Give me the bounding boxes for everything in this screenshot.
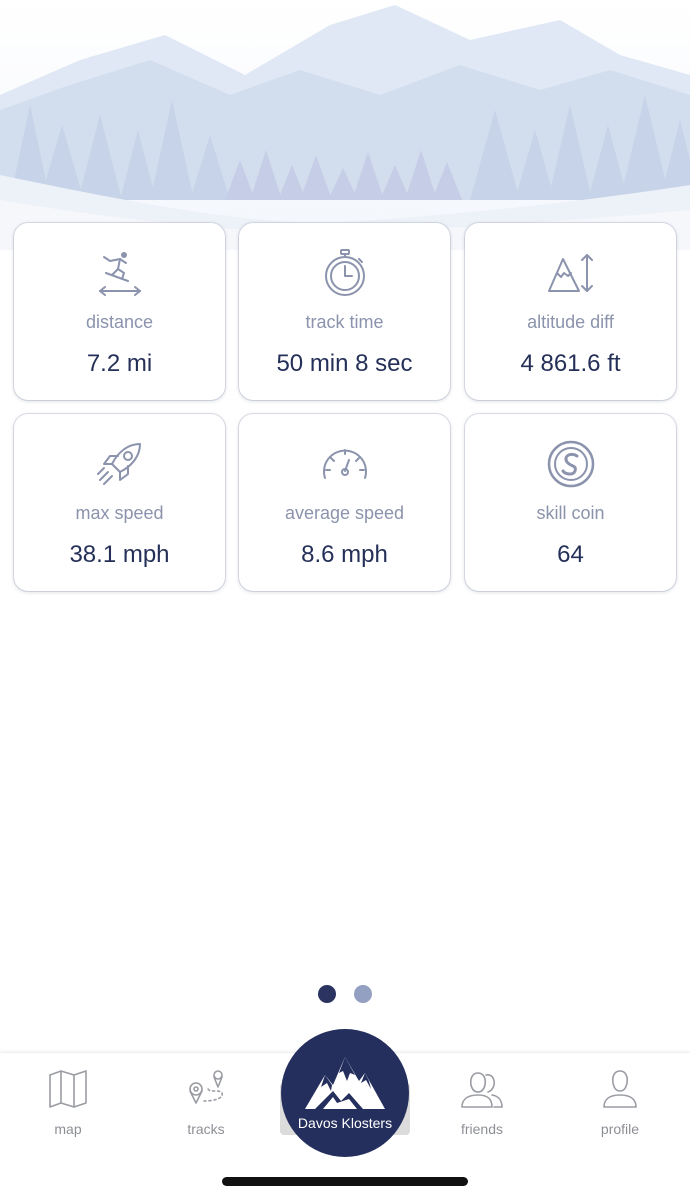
tracks-icon <box>189 1070 223 1104</box>
tab-tracks[interactable]: tracks <box>156 1067 256 1137</box>
tab-label: map <box>54 1121 82 1137</box>
altitude-icon <box>545 247 597 299</box>
stat-label: skill coin <box>536 503 605 523</box>
stat-label: distance <box>85 312 154 332</box>
stat-value: 4 861.6 ft <box>520 350 621 377</box>
skill-coin-icon <box>545 438 597 490</box>
friends-icon <box>461 1072 503 1108</box>
tab-label: tracks <box>187 1121 225 1137</box>
tab-profile[interactable]: profile <box>570 1067 670 1137</box>
stat-label: altitude diff <box>527 312 614 332</box>
mountain-logo-icon <box>305 1057 385 1109</box>
stat-label: average speed <box>284 503 405 523</box>
profile-icon <box>603 1070 637 1108</box>
tab-map[interactable]: map <box>18 1067 118 1137</box>
home-indicator[interactable] <box>222 1177 468 1186</box>
stat-card-average-speed[interactable]: average speed 8.6 mph <box>239 414 450 591</box>
map-icon <box>49 1070 87 1108</box>
stat-label: track time <box>305 312 384 332</box>
stat-card-track-time[interactable]: track time 50 min 8 sec <box>239 223 450 400</box>
tab-label: profile <box>600 1121 640 1137</box>
stat-value: 50 min 8 sec <box>276 350 413 377</box>
stat-label: max speed <box>75 503 164 523</box>
stat-value: 7.2 mi <box>86 350 153 377</box>
page-dot[interactable] <box>354 985 372 1003</box>
tab-friends[interactable]: friends <box>432 1067 532 1137</box>
stat-card-skill-coin[interactable]: skill coin 64 <box>465 414 676 591</box>
stat-value: 8.6 mph <box>301 541 388 568</box>
stat-value: 64 <box>557 541 584 568</box>
skier-icon <box>94 247 146 299</box>
stat-card-distance[interactable]: distance 7.2 mi <box>14 223 225 400</box>
stopwatch-icon <box>319 247 371 299</box>
tab-label: friends <box>460 1121 504 1137</box>
stat-card-max-speed[interactable]: max speed 38.1 mph <box>14 414 225 591</box>
mountain-landscape-header <box>0 0 690 250</box>
rocket-icon <box>94 438 146 490</box>
resort-name-label: Davos Klosters <box>297 1115 393 1131</box>
stat-card-altitude-diff[interactable]: altitude diff 4 861.6 ft <box>465 223 676 400</box>
page-indicator <box>0 985 690 1003</box>
page-dot-active[interactable] <box>318 985 336 1003</box>
tab-resort-home[interactable]: Davos Klosters <box>281 1029 409 1157</box>
speedometer-icon <box>319 438 371 490</box>
stat-value: 38.1 mph <box>69 541 170 568</box>
